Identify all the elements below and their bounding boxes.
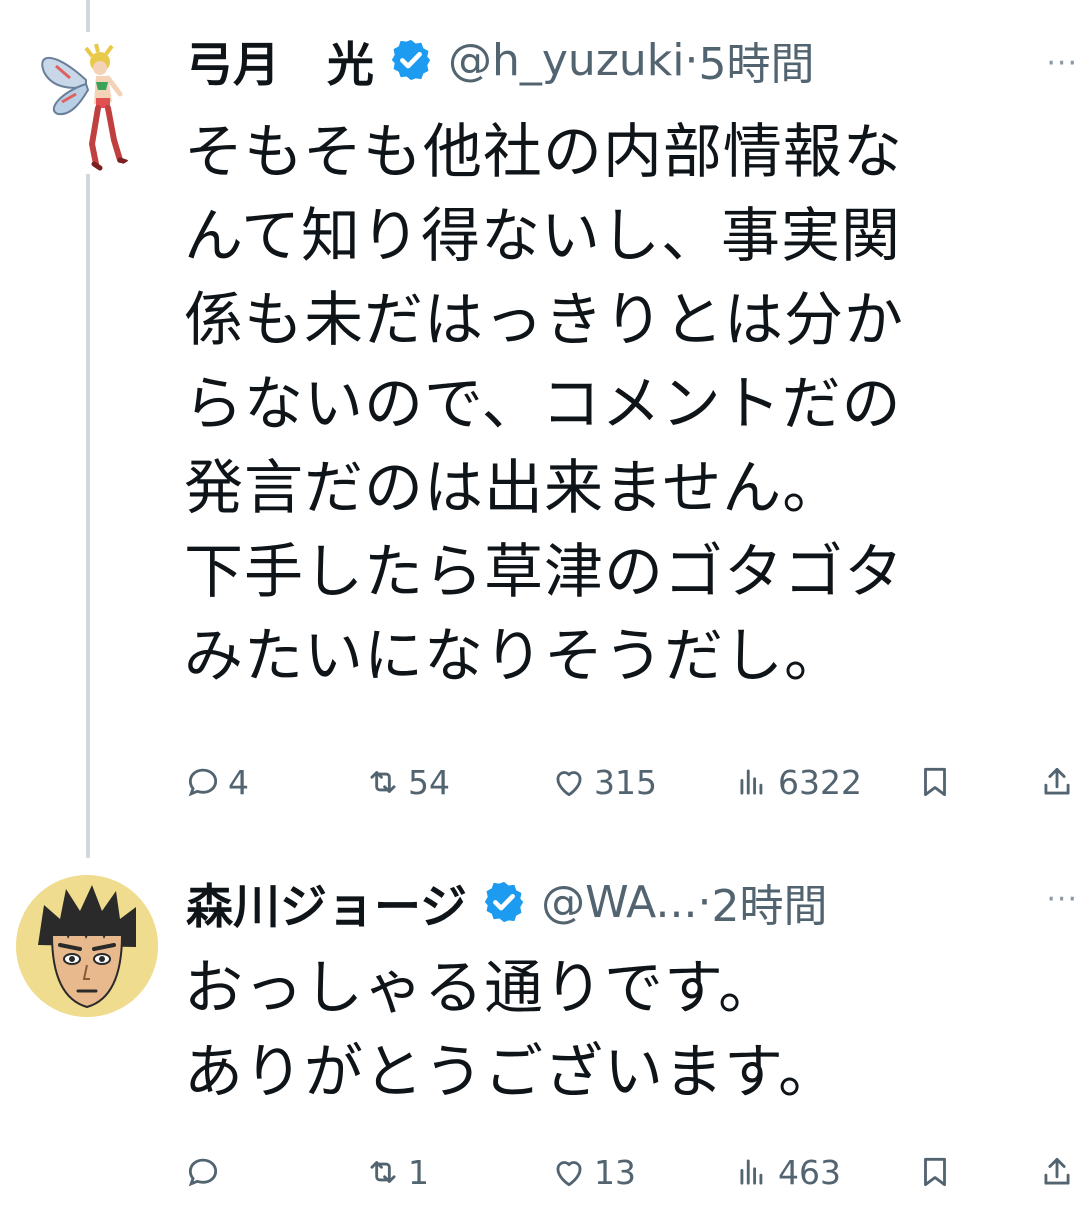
views-icon bbox=[740, 769, 763, 795]
verified-badge-icon bbox=[484, 881, 524, 923]
timestamp[interactable]: 2時間 bbox=[711, 870, 827, 934]
more-options-icon[interactable]: ··· bbox=[1046, 46, 1078, 81]
like-button[interactable]: 315 bbox=[550, 757, 657, 807]
timestamp[interactable]: 5時間 bbox=[699, 28, 815, 92]
repost-count: 54 bbox=[408, 762, 450, 802]
tweet-header: 弓月 光 @h_yuzuki · 5時間 bbox=[186, 26, 1006, 95]
tweet-text: おっしゃる通りです。 ありがとうございます。 bbox=[184, 946, 1064, 1114]
like-icon bbox=[556, 1161, 582, 1187]
tweet-text-line: 発言だのは出来ません。 bbox=[184, 453, 843, 522]
views-button[interactable]: 463 bbox=[734, 1147, 841, 1197]
separator-dot: · bbox=[697, 876, 712, 928]
bookmark-button[interactable] bbox=[916, 1147, 960, 1197]
more-options-icon[interactable]: ··· bbox=[1046, 882, 1078, 917]
tweet-text-line: 係も未だはっきりとは分か bbox=[184, 285, 905, 354]
view-count: 6322 bbox=[778, 762, 862, 802]
view-count: 463 bbox=[778, 1152, 841, 1192]
bookmark-icon bbox=[924, 1157, 946, 1187]
avatar-manga-boy[interactable] bbox=[16, 875, 158, 1017]
views-icon bbox=[740, 1159, 763, 1185]
tweet-text-line: らないので、コメントだの bbox=[184, 369, 902, 438]
bookmark-icon bbox=[924, 767, 946, 797]
like-button[interactable]: 13 bbox=[550, 1147, 636, 1197]
tweet-text-line: おっしゃる通りです。 bbox=[184, 953, 779, 1022]
reply-button[interactable]: 4 bbox=[184, 757, 249, 807]
like-count: 315 bbox=[594, 762, 657, 802]
display-name[interactable]: 森川ジョージ bbox=[186, 868, 467, 937]
tweet-text-line: ありがとうございます。 bbox=[184, 1037, 839, 1106]
avatar-fairy[interactable] bbox=[16, 32, 158, 174]
manga-boy-avatar bbox=[16, 875, 158, 1017]
like-icon bbox=[556, 771, 582, 797]
repost-count: 1 bbox=[408, 1152, 429, 1192]
repost-button[interactable]: 54 bbox=[364, 757, 450, 807]
share-icon bbox=[1044, 1157, 1070, 1185]
reply-icon bbox=[188, 768, 218, 797]
like-count: 13 bbox=[594, 1152, 636, 1192]
tweet-text-line: そもそも他社の内部情報な bbox=[184, 117, 903, 186]
views-button[interactable]: 6322 bbox=[734, 757, 862, 807]
separator-dot: · bbox=[684, 34, 699, 86]
handle[interactable]: @h_yuzuki bbox=[448, 35, 685, 86]
tweet-actions: 4 54 315 6322 bbox=[0, 757, 1092, 807]
repost-icon bbox=[370, 1161, 396, 1183]
repost-icon bbox=[370, 771, 396, 793]
tweet-text-line: みたいになりそうだし。 bbox=[184, 621, 845, 690]
repost-button[interactable]: 1 bbox=[364, 1147, 429, 1197]
reply-icon bbox=[188, 1158, 218, 1187]
fairy-avatar bbox=[41, 43, 129, 171]
share-button[interactable] bbox=[1038, 757, 1082, 807]
handle[interactable]: @WA... bbox=[541, 877, 697, 928]
tweet-actions: 1 13 463 bbox=[0, 1147, 1092, 1197]
tweet-text: そもそも他社の内部情報な んて知り得ないし、事実関 係も未だはっきりとは分か ら… bbox=[184, 110, 1064, 698]
tweet-text-line: んて知り得ないし、事実関 bbox=[184, 201, 902, 270]
tweet-text-line: 下手したら草津のゴタゴタ bbox=[184, 537, 905, 606]
reply-button[interactable] bbox=[184, 1147, 228, 1197]
display-name[interactable]: 弓月 光 bbox=[186, 26, 374, 95]
bookmark-button[interactable] bbox=[916, 757, 960, 807]
reply-count: 4 bbox=[228, 762, 249, 802]
tweet-header: 森川ジョージ @WA... · 2時間 bbox=[186, 868, 1006, 937]
verified-badge-icon bbox=[391, 39, 431, 81]
share-button[interactable] bbox=[1038, 1147, 1082, 1197]
share-icon bbox=[1044, 767, 1070, 795]
